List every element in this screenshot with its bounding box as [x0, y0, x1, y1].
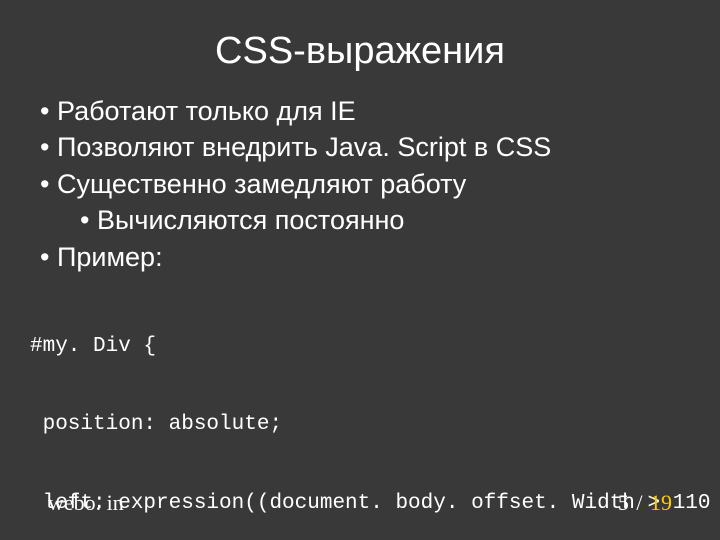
- bullet-item: Работают только для IE: [40, 93, 690, 129]
- code-line: position: absolute;: [30, 412, 690, 438]
- sub-bullet-item: Вычисляются постоянно: [80, 202, 690, 238]
- bullet-list: Работают только для IE Позволяют внедрит…: [40, 93, 690, 275]
- slide-title: CSS-выражения: [30, 30, 690, 73]
- code-line: #my. Div {: [30, 334, 690, 360]
- page-total: 19: [650, 490, 672, 515]
- footer-site: webo. in: [48, 490, 124, 516]
- bullet-item: Пример:: [40, 239, 690, 275]
- bullet-item: Существенно замедляют работу Вычисляются…: [40, 166, 690, 239]
- page-separator: /: [636, 490, 642, 515]
- slide: CSS-выражения Работают только для IE Поз…: [0, 0, 720, 540]
- page-number: 5 / 19: [618, 490, 672, 516]
- sub-bullet-list: Вычисляются постоянно: [80, 202, 690, 238]
- page-current: 5: [618, 490, 629, 515]
- bullet-item: Позволяют внедрить Java. Script в CSS: [40, 129, 690, 165]
- bullet-text: Существенно замедляют работу: [57, 169, 466, 199]
- slide-footer: webo. in 5 / 19: [0, 490, 720, 516]
